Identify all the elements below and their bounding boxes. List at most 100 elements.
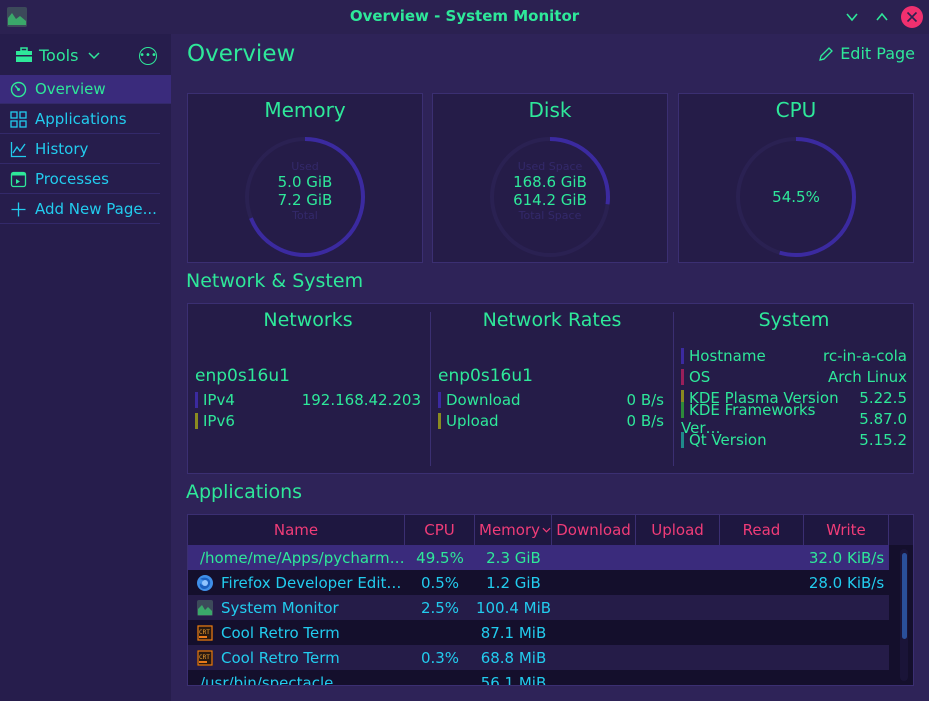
- table-row[interactable]: /home/me/Apps/pycharm-… 49.5% 2.3 GiB 32…: [188, 545, 889, 570]
- title-bar: Overview - System Monitor: [0, 0, 929, 34]
- networks-row-ipv6: IPv6: [195, 410, 421, 431]
- maximize-button[interactable]: [872, 7, 892, 27]
- cpu-card: CPU 54.5%: [678, 93, 914, 263]
- network-rates-row-value: 0 B/s: [626, 411, 664, 430]
- toolbox-icon: [16, 47, 32, 62]
- system-row-label: Hostname: [689, 346, 766, 365]
- table-row[interactable]: CRT Cool Retro Term 0.3% 68.8 MiB: [188, 645, 889, 670]
- disk-used-value: 168.6 GiB: [513, 173, 587, 191]
- network-rates-row-label: Upload: [446, 411, 499, 430]
- cpu-title: CPU: [775, 98, 817, 122]
- sidebar-item-label: History: [35, 140, 89, 158]
- scrollbar-thumb[interactable]: [902, 553, 907, 639]
- more-options-button[interactable]: •••: [139, 47, 157, 65]
- series-color-swatch: [681, 432, 684, 448]
- applications-heading: Applications: [186, 481, 303, 503]
- edit-page-button[interactable]: Edit Page: [818, 44, 915, 63]
- series-color-swatch: [681, 369, 684, 385]
- cell-name: CRT Cool Retro Term: [188, 649, 405, 667]
- cell-cpu: 49.5%: [416, 548, 464, 567]
- cell-cpu: 0.3%: [420, 648, 460, 667]
- networks-row-label: IPv6: [203, 411, 235, 430]
- network-rates-interface: enp0s16u1: [438, 366, 533, 386]
- cpu-value: 54.5%: [772, 188, 820, 206]
- firefox-icon: [197, 574, 213, 591]
- system-row: OS Arch Linux: [681, 366, 907, 387]
- column-header-upload[interactable]: Upload: [636, 515, 720, 545]
- series-color-swatch: [195, 392, 198, 408]
- column-header-memory[interactable]: Memory: [475, 515, 552, 545]
- pencil-icon: [819, 46, 834, 61]
- sidebar-item-add-new-page[interactable]: Add New Page...: [0, 195, 160, 224]
- memory-used-label: Used: [291, 160, 319, 173]
- table-row[interactable]: System Monitor 2.5% 100.4 MiB: [188, 595, 889, 620]
- plus-icon: [11, 202, 26, 216]
- retro-term-icon: CRT: [197, 649, 213, 666]
- networks-interface: enp0s16u1: [195, 366, 290, 386]
- cpu-gauge: 54.5%: [733, 134, 859, 260]
- svg-text:CRT: CRT: [199, 629, 210, 636]
- network-rates-title: Network Rates: [482, 309, 622, 331]
- networks-row-label: IPv4: [203, 390, 235, 409]
- column-header-name[interactable]: Name: [188, 515, 405, 545]
- series-color-swatch: [195, 413, 198, 429]
- cell-name: CRT Cool Retro Term: [188, 624, 405, 642]
- column-header-write[interactable]: Write: [804, 515, 889, 545]
- table-row[interactable]: CRT Cool Retro Term 87.1 MiB: [188, 620, 889, 645]
- column-header-download[interactable]: Download: [552, 515, 636, 545]
- chevron-down-icon: [88, 52, 100, 60]
- system-title: System: [758, 309, 830, 331]
- sidebar-item-overview[interactable]: Overview: [0, 75, 171, 104]
- cell-cpu: 0.5%: [420, 573, 460, 592]
- chevron-down-icon: [846, 13, 858, 22]
- cell-memory: 1.2 GiB: [486, 573, 541, 592]
- network-rates-row-value: 0 B/s: [626, 390, 664, 409]
- memory-card: Memory Used 5.0 GiB 7.2 GiB Total: [187, 93, 423, 263]
- close-icon: [901, 6, 923, 28]
- edit-page-label: Edit Page: [840, 44, 915, 63]
- line-chart-icon: [10, 141, 26, 157]
- close-button[interactable]: [901, 6, 923, 28]
- cell-name: System Monitor: [188, 599, 405, 617]
- sidebar-item-processes[interactable]: Processes: [0, 165, 160, 194]
- memory-used-value: 5.0 GiB: [277, 173, 333, 191]
- networks-row-value: 192.168.42.203: [301, 390, 421, 409]
- cell-memory: 100.4 MiB: [475, 598, 552, 617]
- chevron-down-icon: [542, 527, 551, 533]
- disk-total-value: 614.2 GiB: [513, 191, 587, 209]
- cell-name: Firefox Developer Edition: [188, 574, 405, 592]
- column-header-cpu[interactable]: CPU: [405, 515, 475, 545]
- ellipsis-icon: •••: [139, 50, 157, 61]
- svg-text:CRT: CRT: [199, 654, 210, 661]
- cell-memory: 2.3 GiB: [486, 548, 541, 567]
- disk-total-label: Total Space: [518, 209, 582, 222]
- memory-total-value: 7.2 GiB: [277, 191, 333, 209]
- gauge-icon: [10, 81, 27, 97]
- table-row[interactable]: /usr/bin/spectacle 56.1 MiB: [188, 670, 889, 686]
- cell-name: /home/me/Apps/pycharm-…: [200, 548, 405, 567]
- series-color-swatch: [681, 348, 684, 364]
- cell-write: 32.0 KiB/s: [808, 548, 885, 567]
- memory-gauge: Used 5.0 GiB 7.2 GiB Total: [242, 134, 368, 260]
- table-row[interactable]: Firefox Developer Edition 0.5% 1.2 GiB 2…: [188, 570, 889, 595]
- cell-memory: 56.1 MiB: [480, 673, 547, 686]
- system-row-value: rc-in-a-cola: [823, 346, 907, 365]
- sidebar-item-label: Overview: [35, 80, 106, 98]
- tools-menu-button[interactable]: Tools: [15, 44, 100, 66]
- sidebar-item-applications[interactable]: Applications: [0, 105, 160, 134]
- sidebar-item-history[interactable]: History: [0, 135, 160, 164]
- main-content: Overview Edit Page Memory Used 5.0 GiB 7…: [171, 34, 929, 701]
- sidebar-item-label: Processes: [35, 170, 109, 188]
- network-system-heading: Network & System: [186, 270, 364, 292]
- sidebar: Tools ••• Overview Applications History …: [0, 34, 171, 701]
- system-row: KDE Frameworks Ver… 5.87.0: [681, 401, 907, 437]
- cell-memory: 68.8 MiB: [480, 648, 547, 667]
- minimize-button[interactable]: [842, 7, 862, 27]
- series-color-swatch: [438, 392, 441, 408]
- system-row-value: Arch Linux: [827, 367, 907, 386]
- memory-total-label: Total: [292, 209, 318, 222]
- series-color-swatch: [681, 402, 684, 418]
- column-header-read[interactable]: Read: [720, 515, 804, 545]
- network-rates-row-label: Download: [446, 390, 521, 409]
- disk-card: Disk Used Space 168.6 GiB 614.2 GiB Tota…: [432, 93, 668, 263]
